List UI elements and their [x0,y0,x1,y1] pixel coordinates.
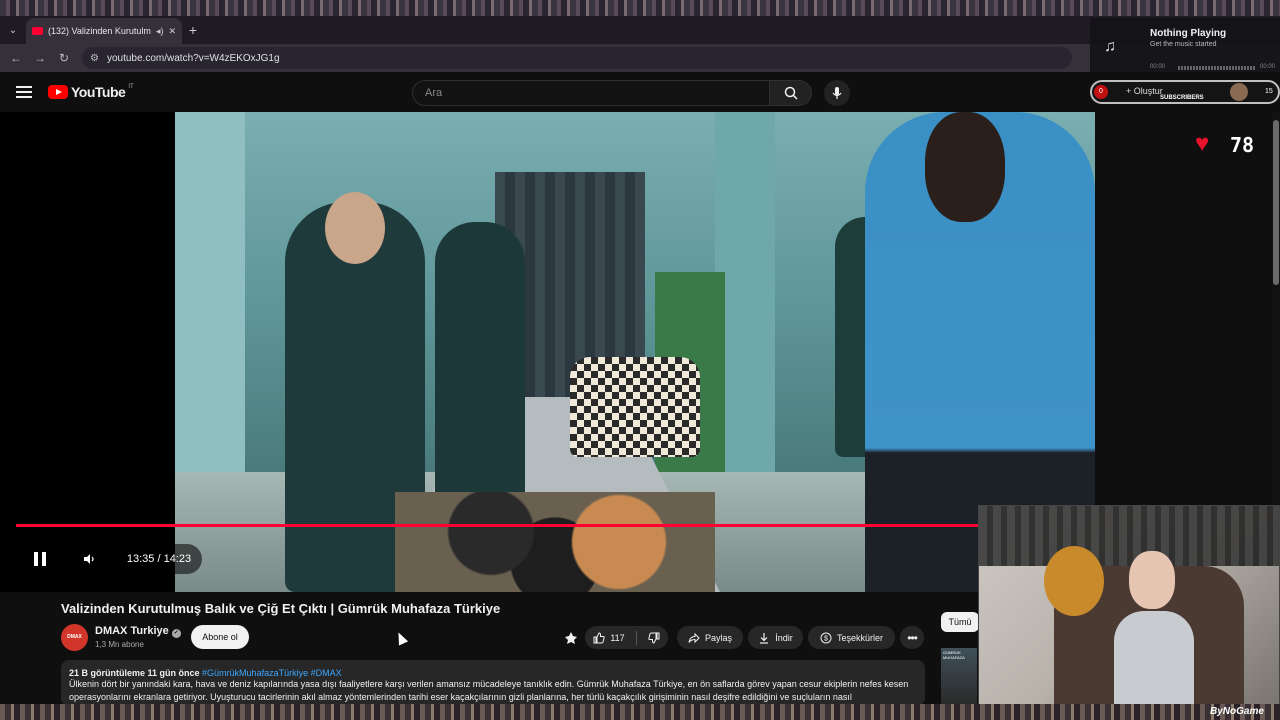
tab-title: (132) Valizinden Kurutulmuş [48,26,151,36]
scene-bag [570,357,700,457]
subscribe-button[interactable]: Abone ol [191,625,249,649]
tab-search-chevron-icon[interactable]: ⌄ [0,16,26,44]
browser-tab-bar: ⌄ (132) Valizinden Kurutulmuş ◂) ✕ + [0,16,1280,44]
channel-avatar[interactable]: DMAX [61,624,88,651]
stream-frame-top [0,0,1280,16]
progress-bar[interactable] [16,524,1076,527]
volume-icon[interactable] [74,544,104,574]
now-playing-waveform [1178,66,1256,70]
browser-tab-active[interactable]: (132) Valizinden Kurutulmuş ◂) ✕ [26,18,182,44]
scene-officer [435,222,525,522]
thumbnail-text: GÜMRÜK MUHAFAZA [943,650,965,660]
video-title: Valizinden Kurutulmuş Balık ve Çiğ Et Çı… [61,601,501,616]
search-button[interactable] [770,80,812,106]
more-dots-icon: ••• [907,630,918,645]
youtube-logo[interactable]: YouTube IT [48,84,134,100]
hashtags[interactable]: #GümrükMuhafazaTürkiye #DMAX [202,668,342,678]
description-meta: 21 B görüntüleme 11 gün önce #GümrükMuha… [69,668,917,678]
more-actions-button[interactable]: ••• [900,626,924,649]
share-label: Paylaş [704,632,732,643]
screen: ⌄ (132) Valizinden Kurutulmuş ◂) ✕ + ← →… [0,0,1280,720]
create-button[interactable]: + Oluştur [1126,86,1163,96]
thumbs-down-icon[interactable] [648,632,660,644]
progress-fill [16,524,1017,527]
sparkle-icon [565,631,577,644]
scene-dried-fish [395,492,715,592]
tab-close-icon[interactable]: ✕ [168,26,176,37]
like-divider [635,630,637,645]
account-avatar[interactable] [1230,83,1248,101]
logo-text: YouTube [71,84,126,100]
download-label: İndir [775,632,793,643]
subscriber-count-left: 0 [1094,85,1108,99]
download-button[interactable]: İndir [748,626,803,649]
heart-count: 78 [1230,133,1255,157]
url-text: youtube.com/watch?v=W4zEKOxJG1g [106,52,280,64]
youtube-favicon-icon [32,27,43,35]
reload-icon[interactable]: ↻ [52,51,76,65]
pause-button[interactable] [22,544,58,574]
music-note-icon: ♫ [1104,38,1116,55]
like-dislike-group: 117 [585,626,668,649]
thumbs-up-icon [593,631,605,643]
new-tab-icon[interactable]: + [182,22,204,38]
microphone-icon [832,87,842,99]
subscriber-count-right: 15 [1265,88,1273,95]
chip-all[interactable]: Tümü [941,612,979,632]
streamer-webcam [978,505,1280,705]
now-playing-time-start: 00:00 [1150,64,1166,70]
channel-name: DMAX Turkiye [95,625,169,637]
voice-search-button[interactable] [824,80,850,106]
description-box[interactable]: 21 B görüntüleme 11 gün önce #GümrükMuha… [61,660,925,706]
thanks-button[interactable]: $ Teşekkürler [808,626,895,649]
now-playing-time-end: 00:00 [1260,64,1276,70]
channel-subscribers: 1,3 Mn abone [95,640,144,649]
time-display: 13:35 / 14:23 [116,544,202,574]
search-icon [784,86,798,100]
create-label: Oluştur [1133,86,1163,96]
address-bar[interactable]: ⚙ youtube.com/watch?v=W4zEKOxJG1g [82,47,1072,69]
browser-toolbar: ← → ↻ ⚙ youtube.com/watch?v=W4zEKOxJG1g [0,44,1280,72]
scrollbar-thumb[interactable] [1273,120,1279,285]
download-icon [760,632,769,644]
views-date: 21 B görüntüleme 11 gün önce [69,668,200,678]
recommended-thumbnail[interactable]: GÜMRÜK MUHAFAZA [941,648,977,704]
forward-arrow-icon[interactable]: → [28,51,52,65]
thanks-label: Teşekkürler [836,632,883,643]
now-playing-widget: ♫ Nothing Playing Get the music started … [1090,18,1280,76]
like-count: 117 [610,632,625,643]
subscribers-label: SUBSCRIBERS [1160,95,1204,101]
youtube-play-icon [48,85,68,99]
youtube-masthead: YouTube IT 0 + Oluştur SUBSCRIBERS 15 [0,72,1280,112]
country-code: IT [128,84,134,90]
stream-brand: ByNoGame [1210,706,1264,717]
site-settings-icon[interactable]: ⚙ [90,53,99,64]
channel-name-link[interactable]: DMAX Turkiye ✓ [95,625,181,638]
video-frame [175,112,1095,592]
svg-text:$: $ [824,635,828,642]
share-icon [688,632,700,643]
mouse-cursor-icon [393,630,409,646]
description-text: Ülkenin dört bir yanındaki kara, hava ve… [69,679,909,702]
heart-icon: ♥ [1195,130,1210,157]
search-input[interactable] [412,80,770,106]
now-playing-subtitle: Get the music started [1150,41,1217,48]
menu-icon[interactable] [16,86,32,98]
like-button[interactable]: 117 [593,631,625,644]
verified-icon: ✓ [171,629,181,638]
search-bar [412,80,850,106]
now-playing-title: Nothing Playing [1150,28,1227,39]
webcam-plush [1044,546,1104,616]
video-player[interactable]: 13:35 / 14:23 [0,112,1095,592]
share-button[interactable]: Paylaş [677,626,743,649]
stream-frame-bottom [0,704,1280,720]
hype-button[interactable] [561,626,581,649]
back-arrow-icon[interactable]: ← [4,51,28,65]
webcam-person [1114,545,1194,704]
tab-audio-icon[interactable]: ◂) [156,26,164,37]
subscriber-goal-overlay: 0 + Oluştur SUBSCRIBERS 15 [1090,80,1280,106]
thanks-icon: $ [820,632,832,643]
